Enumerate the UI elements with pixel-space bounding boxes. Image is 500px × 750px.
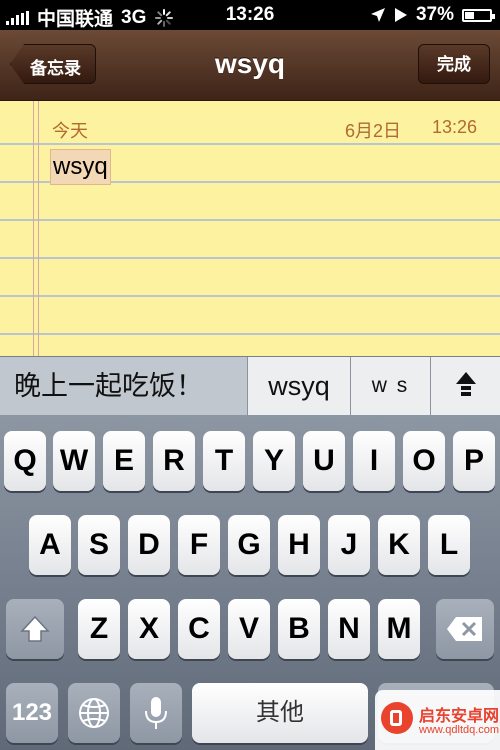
numbers-key[interactable]: 123 <box>6 683 58 743</box>
battery-fill <box>465 11 474 19</box>
key[interactable]: J <box>328 515 370 575</box>
watermark-url: www.qdltdq.com <box>419 724 500 736</box>
key[interactable]: O <box>403 431 445 491</box>
key[interactable]: K <box>378 515 420 575</box>
paper-margin-line <box>33 101 34 356</box>
expand-up-arrow-icon <box>456 372 476 396</box>
key[interactable]: L <box>428 515 470 575</box>
key[interactable]: U <box>303 431 345 491</box>
keyboard: Q W E R T Y U I O P A S D F G H J K L Z … <box>0 415 500 750</box>
key[interactable]: D <box>128 515 170 575</box>
note-text-marked[interactable]: wsyq <box>50 149 111 185</box>
space-key[interactable]: 其他 <box>192 683 368 743</box>
watermark-logo-icon <box>381 702 413 734</box>
note-editor[interactable]: 今天 6月2日 13:26 wsyq <box>0 101 500 356</box>
backspace-icon <box>447 617 482 641</box>
key[interactable]: G <box>228 515 270 575</box>
candidate-bar: 晚上一起吃饭！ wsyq w s <box>0 356 500 416</box>
done-button[interactable]: 完成 <box>418 44 490 84</box>
expand-candidates-button[interactable] <box>431 357 500 415</box>
key[interactable]: Q <box>4 431 46 491</box>
key[interactable]: N <box>328 599 370 659</box>
battery-icon <box>462 8 495 22</box>
watermark-title: 启东安卓网 <box>419 708 500 725</box>
key[interactable]: T <box>203 431 245 491</box>
shift-key[interactable] <box>6 599 64 659</box>
microphone-icon <box>145 697 167 729</box>
backspace-key[interactable] <box>436 599 494 659</box>
microphone-key[interactable] <box>130 683 182 743</box>
key[interactable]: F <box>178 515 220 575</box>
note-time: 13:26 <box>432 117 478 137</box>
key[interactable]: Z <box>78 599 120 659</box>
status-bar: 中国联通 3G 13:26 37% <box>0 0 500 30</box>
paper-margin-line <box>38 101 39 356</box>
candidate-item[interactable]: 晚上一起吃饭！ <box>0 357 248 415</box>
key[interactable]: W <box>53 431 95 491</box>
key[interactable]: A <box>29 515 71 575</box>
candidate-item[interactable]: wsyq <box>248 357 351 415</box>
key[interactable]: S <box>78 515 120 575</box>
candidate-item[interactable]: w s <box>351 357 431 415</box>
key[interactable]: V <box>228 599 270 659</box>
play-icon <box>394 8 407 22</box>
key[interactable]: C <box>178 599 220 659</box>
navigation-bar: 备忘录 wsyq 完成 <box>0 30 500 101</box>
shift-arrow-icon <box>20 615 50 642</box>
battery-percent: 37% <box>415 4 454 25</box>
key[interactable]: M <box>378 599 420 659</box>
key[interactable]: I <box>353 431 395 491</box>
note-day-label: 今天 <box>52 121 88 141</box>
note-date: 6月2日 <box>345 121 402 141</box>
key[interactable]: E <box>103 431 145 491</box>
watermark: 启东安卓网 www.qdltdq.com <box>375 690 500 750</box>
location-arrow-icon <box>370 8 385 22</box>
key[interactable]: H <box>278 515 320 575</box>
key[interactable]: P <box>453 431 495 491</box>
key[interactable]: Y <box>253 431 295 491</box>
key[interactable]: B <box>278 599 320 659</box>
key[interactable]: X <box>128 599 170 659</box>
globe-key[interactable] <box>68 683 120 743</box>
globe-icon <box>79 698 109 728</box>
key[interactable]: R <box>153 431 195 491</box>
